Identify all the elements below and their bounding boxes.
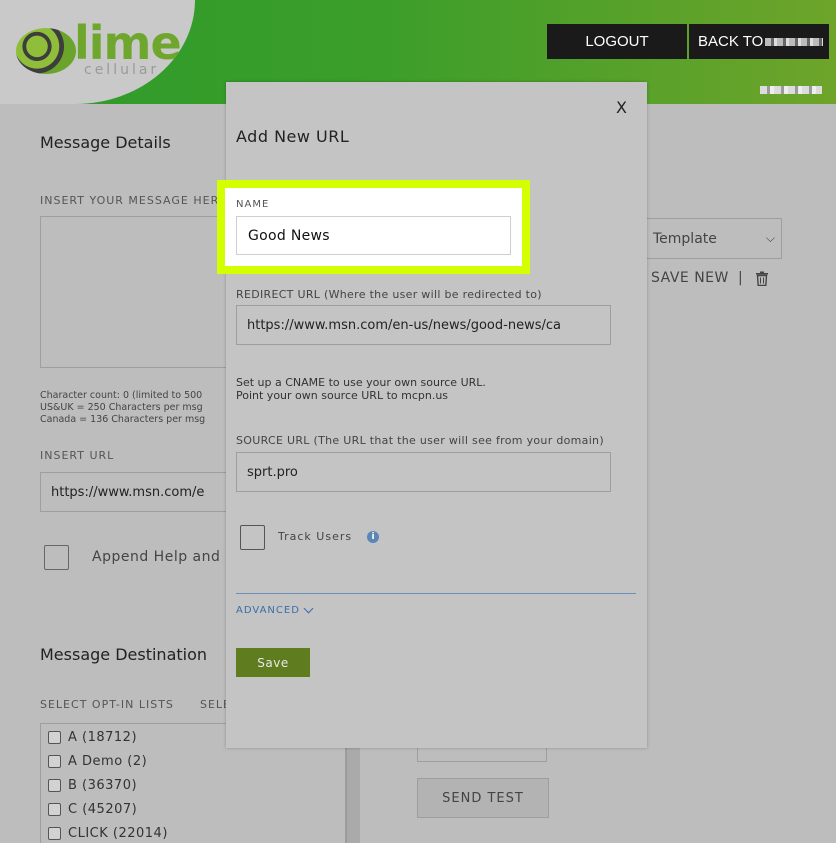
insert-url-input[interactable]: https://www.msn.com/e [40, 472, 230, 512]
redacted-text [765, 37, 824, 46]
back-to-button[interactable]: BACK TO [689, 24, 829, 59]
separator: | [738, 270, 743, 286]
back-to-label: BACK TO [698, 33, 764, 50]
name-label: NAME [236, 199, 270, 210]
cname-help-text: Set up a CNAME to use your own source UR… [236, 376, 486, 402]
logo: lime cellular [0, 0, 195, 104]
insert-message-label: INSERT YOUR MESSAGE HERE [40, 194, 228, 207]
template-select-value: Template [653, 230, 717, 247]
name-input[interactable]: Good News [236, 216, 511, 255]
logo-globe-icon [16, 28, 76, 74]
append-help-checkbox[interactable] [44, 545, 69, 570]
list-item-label: CLICK (22014) [68, 826, 168, 841]
logo-subtext: cellular [84, 62, 160, 78]
logout-button[interactable]: LOGOUT [547, 24, 687, 59]
char-count-line-3: Canada = 136 Characters per msg [40, 414, 206, 425]
list-checkbox[interactable] [48, 755, 61, 768]
char-count-line-1: Character count: 0 (limited to 500 [40, 390, 203, 401]
divider [236, 593, 636, 594]
trash-icon[interactable] [755, 271, 769, 286]
list-item-label: A Demo (2) [68, 754, 148, 769]
cname-help-line-2: Point your own source URL to mcpn.us [236, 389, 449, 402]
list-checkbox[interactable] [48, 779, 61, 792]
source-url-input[interactable]: sprt.pro [236, 452, 611, 492]
track-users-label: Track Users [278, 530, 353, 543]
advanced-toggle[interactable]: ADVANCED [236, 603, 314, 616]
list-item[interactable]: C (45207) [48, 802, 137, 817]
list-item-label: C (45207) [68, 802, 138, 817]
insert-url-label: INSERT URL [40, 449, 115, 462]
message-destination-title: Message Destination [40, 645, 208, 664]
list-checkbox[interactable] [48, 731, 61, 744]
message-details-title: Message Details [40, 133, 171, 152]
modal-title: Add New URL [236, 127, 350, 146]
logout-label: LOGOUT [585, 33, 649, 50]
track-users-checkbox[interactable] [240, 525, 265, 550]
list-item[interactable]: B (36370) [48, 778, 137, 793]
save-new-link[interactable]: SAVE NEW [651, 270, 729, 286]
list-item[interactable]: A (18712) [48, 730, 137, 745]
source-url-label: SOURCE URL (The URL that the user will s… [236, 434, 604, 447]
info-icon[interactable]: i [367, 531, 379, 543]
char-count-line-2: US&UK = 250 Characters per msg [40, 402, 203, 413]
list-checkbox[interactable] [48, 803, 61, 816]
redirect-url-input[interactable]: https://www.msn.com/en-us/news/good-news… [236, 305, 611, 345]
select-optin-label: SELECT OPT-IN LISTS [40, 698, 174, 711]
list-item-label: A (18712) [68, 730, 138, 745]
cname-help-line-1: Set up a CNAME to use your own source UR… [236, 376, 486, 389]
chevron-down-icon [303, 603, 314, 614]
list-item-label: B (36370) [68, 778, 138, 793]
template-select[interactable]: Template ⌵ [632, 218, 782, 259]
chevron-down-icon: ⌵ [765, 231, 775, 245]
send-test-button[interactable]: SEND TEST [417, 778, 549, 818]
list-item[interactable]: CLICK (22014) [48, 826, 168, 841]
advanced-label: ADVANCED [236, 605, 300, 616]
append-help-label: Append Help and [92, 549, 221, 565]
list-item[interactable]: A Demo (2) [48, 754, 147, 769]
redacted-username [760, 86, 822, 94]
logo-text: lime [74, 16, 182, 70]
name-field-highlight: NAME Good News [217, 180, 530, 274]
list-checkbox[interactable] [48, 827, 61, 840]
message-textarea[interactable] [40, 216, 230, 368]
close-icon[interactable]: X [616, 98, 627, 117]
redirect-url-label: REDIRECT URL (Where the user will be red… [236, 288, 542, 301]
save-button[interactable]: Save [236, 648, 310, 677]
